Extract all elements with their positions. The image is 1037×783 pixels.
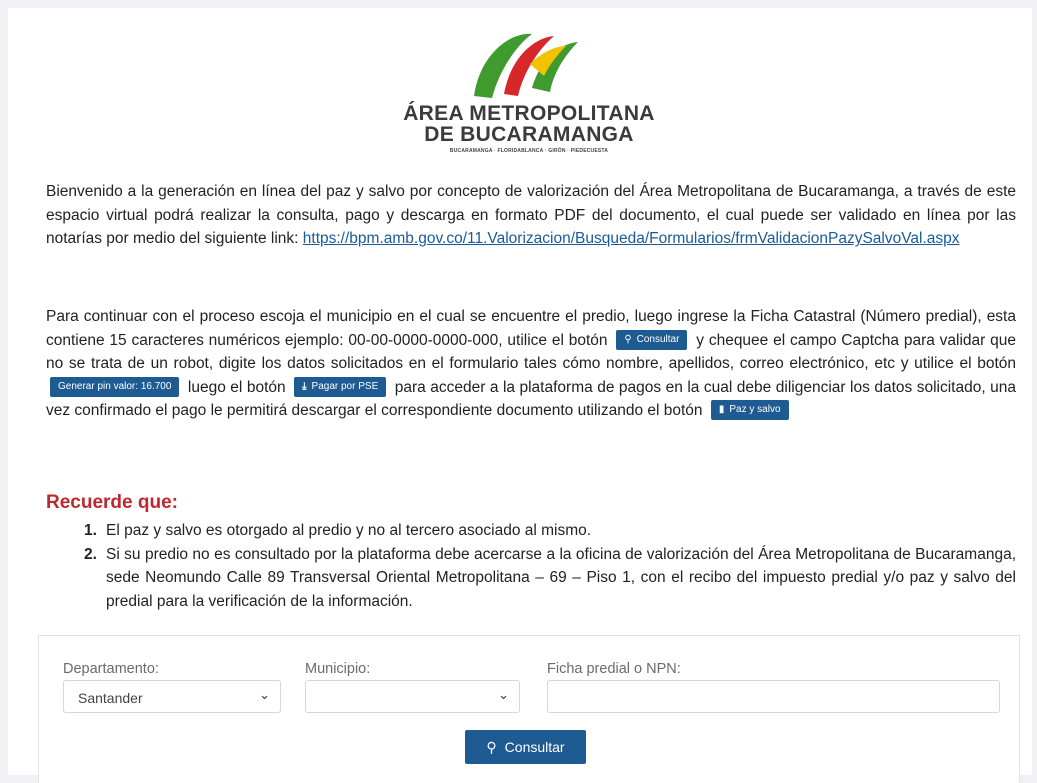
list-text: El paz y salvo es otorgado al predio y n…: [106, 522, 592, 539]
inline-paz-y-salvo-button: ▮ Paz y salvo: [710, 400, 789, 421]
inline-paz-label: Paz y salvo: [729, 404, 781, 416]
ficha-input[interactable]: [547, 680, 1000, 713]
document-icon: ▮: [718, 404, 725, 416]
search-icon: ⚲: [486, 739, 497, 755]
reminder-list: 1. El paz y salvo es otorgado al predio …: [70, 519, 1016, 613]
reminder-title: Recuerde que:: [46, 492, 178, 513]
inline-pin-label: Generar pin valor: 16.700: [58, 380, 172, 392]
chevron-down-icon: ⌄: [259, 687, 270, 702]
inline-pse-label: Pagar por PSE: [311, 380, 379, 392]
departamento-label: Departamento:: [63, 661, 159, 677]
consultar-label: Consultar: [504, 739, 565, 755]
intro-paragraph: Bienvenido a la generación en línea del …: [46, 180, 1016, 251]
validation-link[interactable]: https://bpm.amb.gov.co/11.Valorizacion/B…: [303, 230, 960, 247]
municipio-select[interactable]: ⌄: [305, 680, 520, 713]
instructions-paragraph: Para continuar con el proceso escoja el …: [46, 305, 1016, 423]
instructions-text-3: luego el botón: [187, 378, 286, 396]
search-form: Departamento: Santander ⌄ Municipio: ⌄ F…: [38, 635, 1020, 783]
consultar-button[interactable]: ⚲ Consultar: [465, 730, 586, 764]
list-item: 2. Si su predio no es consultado por la …: [70, 543, 1016, 614]
departamento-select[interactable]: Santander ⌄: [63, 680, 281, 713]
municipio-label: Municipio:: [305, 661, 371, 677]
logo-tagline: BUCARAMANGA · FLORIDABLANCA · GIRÓN · PI…: [449, 148, 609, 154]
inline-consultar-label: Consultar: [636, 333, 680, 345]
logo-title-line2: DE BUCARAMANGA: [424, 123, 634, 146]
search-icon: ⚲: [624, 333, 632, 345]
list-number: 1.: [84, 522, 97, 539]
download-icon: ⤓: [302, 380, 307, 392]
ficha-label: Ficha predial o NPN:: [547, 661, 681, 677]
logo-mark-icon: [474, 33, 578, 98]
departamento-value: Santander: [78, 690, 143, 706]
amb-logo: ÁREA METROPOLITANA DE BUCARAMANGA BUCARA…: [398, 24, 668, 164]
inline-generar-pin-button: Generar pin valor: 16.700: [50, 376, 180, 397]
chevron-down-icon: ⌄: [498, 687, 509, 702]
list-item: 1. El paz y salvo es otorgado al predio …: [70, 519, 1016, 543]
page-container: ÁREA METROPOLITANA DE BUCARAMANGA BUCARA…: [8, 8, 1032, 783]
list-text: Si su predio no es consultado por la pla…: [106, 545, 1016, 610]
inline-consultar-button: ⚲ Consultar: [616, 329, 688, 350]
inline-pse-button: ⤓ Pagar por PSE: [294, 376, 387, 397]
list-number: 2.: [84, 545, 97, 563]
